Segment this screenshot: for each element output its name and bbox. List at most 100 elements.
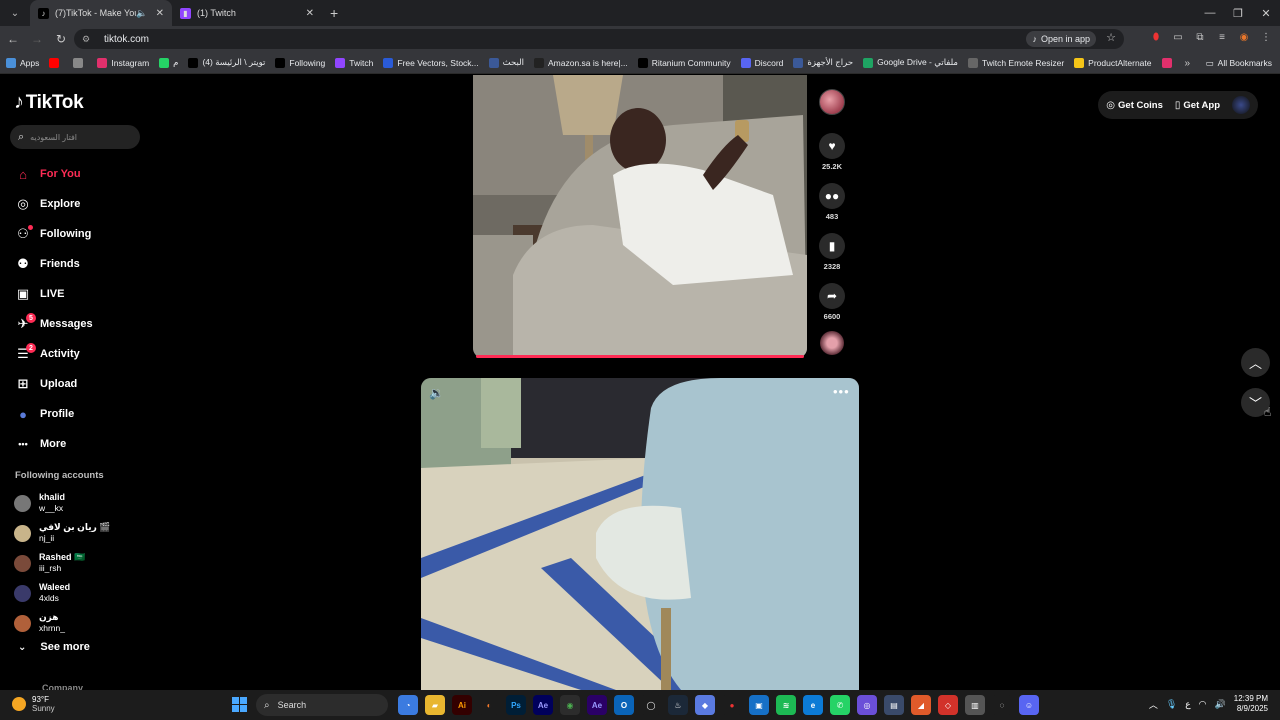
- davinci-icon[interactable]: ●: [722, 695, 742, 715]
- media-control-icon[interactable]: ≡: [1214, 29, 1230, 45]
- whatsapp-icon[interactable]: ✆: [830, 695, 850, 715]
- bookmark-item[interactable]: Free Vectors, Stock...: [383, 57, 479, 68]
- maximize-icon[interactable]: ❐: [1224, 0, 1252, 26]
- search-input[interactable]: ⌕ افتار السعوديه: [10, 125, 140, 149]
- sidebar-item-profile[interactable]: ● Profile: [14, 399, 93, 429]
- after-effects-icon[interactable]: Ae: [533, 695, 553, 715]
- bookmark-item[interactable]: Apps: [6, 57, 39, 68]
- sidebar-item-following[interactable]: ⚇ Following: [14, 219, 93, 249]
- extensions-puzzle-icon[interactable]: ⧉: [1192, 29, 1208, 45]
- following-account[interactable]: هزن xhrnn_: [14, 608, 111, 638]
- bookmark-item[interactable]: م: [159, 57, 178, 68]
- address-bar[interactable]: ⚙ tiktok.com ♪ Open in app ☆: [74, 29, 1124, 49]
- volume-icon[interactable]: 🔊: [1215, 699, 1226, 710]
- blender-icon[interactable]: ◐: [479, 695, 499, 715]
- forward-icon[interactable]: →: [26, 28, 48, 50]
- discord-icon[interactable]: ☺: [1019, 695, 1039, 715]
- illustrator-icon[interactable]: Ai: [452, 695, 472, 715]
- bookmark-item[interactable]: [49, 57, 63, 68]
- figma-icon[interactable]: ◆: [695, 695, 715, 715]
- bookmark-star-icon[interactable]: ☆: [1106, 31, 1116, 44]
- volume-icon[interactable]: 🔉: [429, 386, 444, 400]
- photoshop-icon[interactable]: Ps: [506, 695, 526, 715]
- premiere-icon[interactable]: Ae: [587, 695, 607, 715]
- all-bookmarks-button[interactable]: ▭ All Bookmarks: [1206, 52, 1272, 74]
- app-monitor-icon[interactable]: ▤: [884, 695, 904, 715]
- get-app-button[interactable]: ▯ Get App: [1175, 100, 1220, 111]
- bookmark-item[interactable]: Twitch: [335, 57, 373, 68]
- edge-icon[interactable]: e: [803, 695, 823, 715]
- app-circle-icon[interactable]: ◌: [992, 695, 1012, 715]
- close-window-icon[interactable]: ✕: [1252, 0, 1280, 26]
- tab-search-button[interactable]: ⌄: [4, 3, 26, 23]
- user-avatar[interactable]: [1232, 96, 1250, 114]
- video-player-current[interactable]: [473, 75, 807, 358]
- creator-avatar[interactable]: [819, 89, 845, 115]
- app-red-icon[interactable]: ◇: [938, 695, 958, 715]
- reload-icon[interactable]: ↻: [50, 28, 72, 50]
- outlook-icon[interactable]: O: [614, 695, 634, 715]
- app-purple-icon[interactable]: ◎: [857, 695, 877, 715]
- close-tab-icon[interactable]: ✕: [306, 8, 314, 19]
- chrome-icon[interactable]: ◉: [560, 695, 580, 715]
- steam-icon[interactable]: ♨: [668, 695, 688, 715]
- extension-red-icon[interactable]: ⬮: [1148, 29, 1164, 45]
- copilot-icon[interactable]: ◔: [398, 695, 418, 715]
- wifi-icon[interactable]: ◠: [1199, 699, 1207, 710]
- spotify-icon[interactable]: ≋: [776, 695, 796, 715]
- share-button[interactable]: ➦: [819, 283, 845, 309]
- new-tab-button[interactable]: +: [330, 5, 338, 21]
- tab-twitch[interactable]: ▮ (1) Twitch ✕: [172, 0, 322, 26]
- open-in-app-button[interactable]: ♪ Open in app: [1026, 31, 1096, 47]
- bookmark-item[interactable]: [73, 57, 87, 68]
- bookmark-item[interactable]: Ritanium Community: [637, 57, 731, 68]
- following-account[interactable]: Rashed 🇸🇦 iii_rsh: [14, 548, 111, 578]
- get-coins-button[interactable]: ◎ Get Coins: [1106, 100, 1163, 111]
- comment-button[interactable]: ●●: [819, 183, 845, 209]
- bookmark-item[interactable]: البحث: [488, 57, 524, 68]
- sidebar-item-for-you[interactable]: ⌂ For You: [14, 159, 93, 189]
- tab-tiktok[interactable]: ♪ (7)TikTok - Make Your Day 🔈 ✕: [30, 0, 172, 26]
- brave-icon[interactable]: ◢: [911, 695, 931, 715]
- following-account[interactable]: ريان بن لافي 🎬 nj_ii: [14, 518, 111, 548]
- bookmark-item[interactable]: Instagram: [97, 57, 149, 68]
- speaker-icon[interactable]: 🔈: [136, 8, 147, 19]
- bookmark-item[interactable]: ProductAlternate: [1074, 57, 1152, 68]
- sidebar-item-live[interactable]: ▣ LIVE: [14, 279, 93, 309]
- sidebar-item-upload[interactable]: ⊞ Upload: [14, 369, 93, 399]
- github-icon[interactable]: ◯: [641, 695, 661, 715]
- video-progress-bar[interactable]: [476, 355, 804, 358]
- following-account[interactable]: Waleed 4xlds: [14, 578, 111, 608]
- profile-avatar-icon[interactable]: ◉: [1236, 29, 1252, 45]
- more-bookmarks-icon[interactable]: »: [1184, 52, 1190, 74]
- sidebar-item-friends[interactable]: ⚉ Friends: [14, 249, 93, 279]
- back-icon[interactable]: ←: [2, 28, 24, 50]
- taskbar-search[interactable]: ⌕ Search: [256, 694, 388, 716]
- file-explorer-icon[interactable]: ▰: [425, 695, 445, 715]
- weather-widget[interactable]: 93°F Sunny: [12, 695, 55, 713]
- sidebar-item-more[interactable]: ••• More: [14, 429, 93, 459]
- tray-chevron-up-icon[interactable]: ︿: [1149, 698, 1158, 711]
- language-indicator[interactable]: ع: [1185, 699, 1190, 710]
- bookmark-item[interactable]: Twitch Emote Resizer: [967, 57, 1064, 68]
- extension-cast-icon[interactable]: ▭: [1170, 29, 1186, 45]
- bookmark-item[interactable]: (4) تويتر \ الرئيسة: [188, 57, 265, 68]
- like-button[interactable]: ♥: [819, 133, 845, 159]
- clock[interactable]: 12:39 PM 8/9/2025: [1234, 694, 1268, 714]
- sidebar-item-explore[interactable]: ◎ Explore: [14, 189, 93, 219]
- bookmark-item[interactable]: Discord: [740, 57, 783, 68]
- previous-video-button[interactable]: ︿: [1241, 348, 1270, 377]
- windows-start-icon[interactable]: [232, 697, 247, 712]
- app-gray-icon[interactable]: ▥: [965, 695, 985, 715]
- save-button[interactable]: ▮: [819, 233, 845, 259]
- bookmark-item[interactable]: [1161, 57, 1176, 68]
- following-account[interactable]: khalid w__kx: [14, 488, 111, 518]
- site-info-icon[interactable]: ⚙: [82, 34, 94, 45]
- bookmark-item[interactable]: حراج الأجهزة: [793, 57, 853, 68]
- see-more-button[interactable]: ⌄ See more: [18, 641, 90, 653]
- music-disc[interactable]: [820, 331, 844, 355]
- video-more-icon[interactable]: •••: [833, 384, 850, 399]
- sidebar-item-activity[interactable]: ☰ Activity 2: [14, 339, 93, 369]
- browser-menu-icon[interactable]: ⋮: [1258, 29, 1274, 45]
- sidebar-item-messages[interactable]: ✈ Messages 5: [14, 309, 93, 339]
